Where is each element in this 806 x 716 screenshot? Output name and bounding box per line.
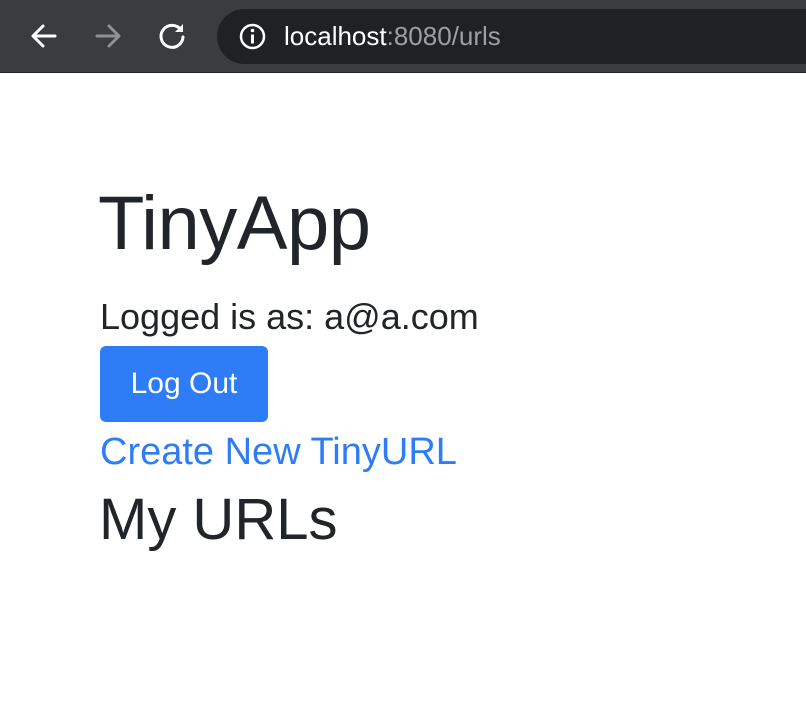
forward-button[interactable] bbox=[90, 18, 126, 54]
back-button[interactable] bbox=[26, 18, 62, 54]
reload-button[interactable] bbox=[154, 18, 190, 54]
address-bar[interactable]: localhost:8080/urls bbox=[217, 9, 806, 64]
arrow-right-icon bbox=[95, 24, 121, 48]
browser-toolbar: localhost:8080/urls bbox=[0, 0, 806, 73]
info-icon[interactable] bbox=[239, 23, 266, 50]
my-urls-heading: My URLs bbox=[99, 487, 338, 552]
reload-icon bbox=[159, 23, 185, 49]
page-content: TinyApp Logged is as: a@a.com Log Out Cr… bbox=[0, 73, 806, 716]
url-host: localhost bbox=[284, 21, 387, 51]
url-path: :8080/urls bbox=[386, 21, 501, 51]
arrow-left-icon bbox=[31, 24, 57, 48]
url-text[interactable]: localhost:8080/urls bbox=[284, 20, 501, 52]
page-title: TinyApp bbox=[98, 181, 371, 266]
create-new-tinyurl-link[interactable]: Create New TinyURL bbox=[100, 427, 457, 477]
logged-in-status: Logged is as: a@a.com bbox=[100, 296, 479, 337]
logout-button[interactable]: Log Out bbox=[100, 346, 268, 422]
